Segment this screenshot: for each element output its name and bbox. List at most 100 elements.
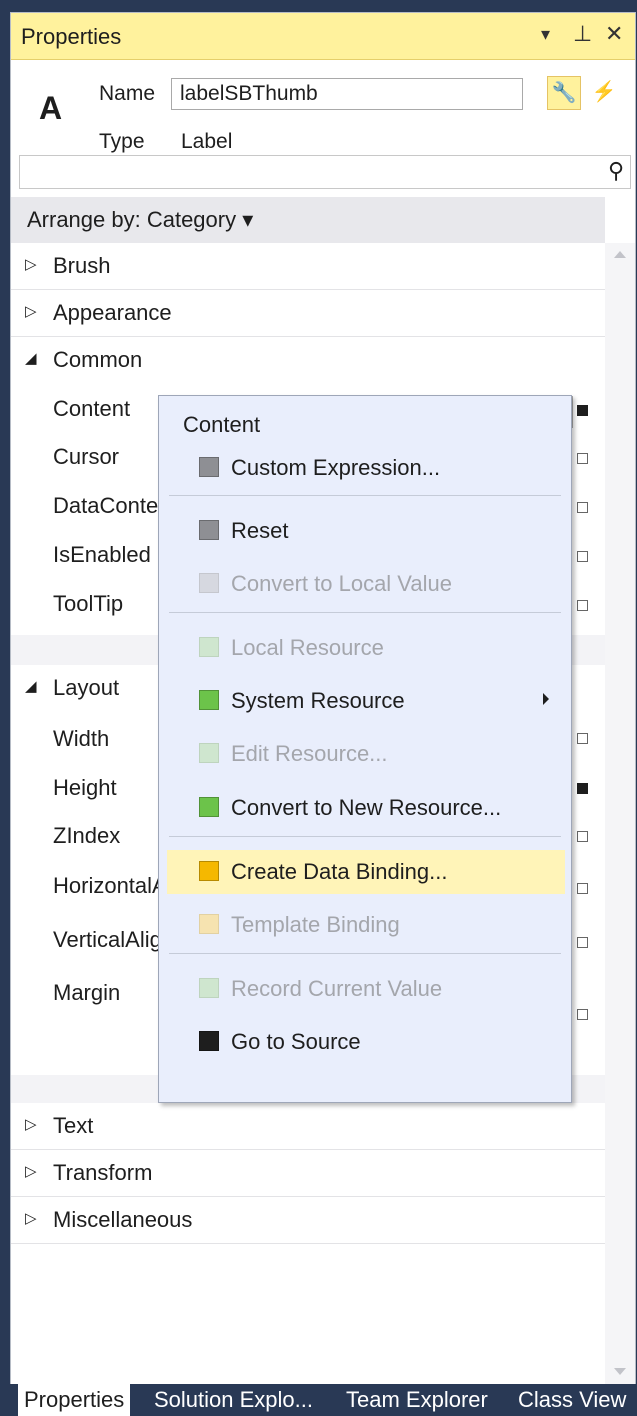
menu-separator (169, 836, 561, 837)
color-swatch-icon (199, 797, 219, 817)
advanced-options-icon[interactable] (577, 1009, 588, 1020)
close-icon[interactable]: ✕ (605, 21, 623, 47)
search-icon[interactable]: ⚲ (608, 158, 624, 184)
category-label: Layout (53, 675, 120, 700)
bottom-tab-strip: Properties Solution Explo... Team Explor… (10, 1384, 637, 1416)
menu-item-label: Convert to Local Value (231, 571, 452, 596)
pin-icon[interactable]: ⊥ (573, 21, 592, 47)
property-context-menu: Content Custom Expression... Reset Convert… (158, 395, 572, 1103)
category-label: Brush (53, 253, 111, 278)
object-type-icon: A (39, 90, 63, 126)
prop-content[interactable]: Content (53, 396, 161, 422)
type-value: Label (181, 130, 233, 153)
submenu-arrow-icon (543, 693, 549, 705)
menu-item-reset[interactable]: Reset (159, 509, 571, 553)
expand-arrow-icon[interactable]: ▷ (25, 1209, 37, 1227)
prop-verticalalignment[interactable]: VerticalAlignment (53, 927, 161, 953)
wrench-icon[interactable]: 🔧 (547, 76, 581, 110)
menu-item-label: Go to Source (231, 1029, 361, 1054)
menu-header: Content (183, 412, 261, 437)
category-label: Text (53, 1113, 94, 1138)
scroll-up-icon[interactable] (614, 251, 626, 258)
prop-cursor[interactable]: Cursor (53, 444, 161, 470)
tab-solution-explorer[interactable]: Solution Explo... (148, 1384, 319, 1416)
color-swatch-icon (199, 457, 219, 477)
menu-item-label: Edit Resource... (231, 741, 388, 766)
menu-item-go-to-source[interactable]: Go to Source (159, 1020, 571, 1064)
category-label: Common (53, 347, 143, 372)
lightning-icon[interactable]: ⚡ (587, 76, 621, 110)
empty-grid-area (11, 1244, 605, 1385)
expand-arrow-icon[interactable]: ▷ (25, 1115, 37, 1133)
menu-item-label: Custom Expression... (231, 455, 441, 480)
menu-item-label: Template Binding (231, 912, 400, 937)
category-brush[interactable]: ▷ Brush (11, 243, 605, 290)
prop-datacontext[interactable]: DataContext (53, 493, 161, 519)
advanced-options-icon[interactable] (577, 831, 588, 842)
menu-item-edit-resource: Edit Resource... (159, 732, 571, 776)
dropdown-icon[interactable]: ▾ (541, 24, 550, 45)
prop-height[interactable]: Height (53, 775, 161, 801)
expand-arrow-icon[interactable]: ▷ (25, 302, 37, 320)
prop-margin[interactable]: Margin (53, 980, 161, 1006)
arrange-by-dropdown[interactable]: Arrange by: Category ▾ (11, 197, 605, 243)
object-header: A Name labelSBThumb Type Label 🔧 ⚡ (11, 60, 635, 154)
prop-width[interactable]: Width (53, 726, 161, 752)
advanced-options-icon[interactable] (577, 502, 588, 513)
scrollbar[interactable] (605, 243, 635, 1385)
color-swatch-icon (199, 861, 219, 881)
expand-arrow-icon[interactable]: ▷ (25, 1162, 37, 1180)
name-field[interactable]: labelSBThumb (171, 78, 523, 110)
tab-class-view[interactable]: Class View (512, 1384, 632, 1416)
menu-item-custom-expression[interactable]: Custom Expression... (159, 446, 571, 490)
category-label: Transform (53, 1160, 153, 1185)
scroll-down-icon[interactable] (614, 1368, 626, 1375)
type-label: Type (99, 130, 145, 153)
prop-isenabled[interactable]: IsEnabled (53, 542, 161, 568)
advanced-options-icon[interactable] (577, 783, 588, 794)
menu-item-label: System Resource (231, 688, 405, 713)
color-swatch-icon (199, 1031, 219, 1051)
category-text[interactable]: ▷ Text (11, 1103, 605, 1150)
advanced-options-icon[interactable] (577, 551, 588, 562)
collapse-arrow-icon[interactable]: ◢ (25, 677, 37, 695)
advanced-options-icon[interactable] (577, 453, 588, 464)
advanced-options-icon[interactable] (577, 600, 588, 611)
color-swatch-icon (199, 690, 219, 710)
menu-item-local-resource: Local Resource (159, 626, 571, 670)
category-miscellaneous[interactable]: ▷ Miscellaneous (11, 1197, 605, 1244)
menu-separator (169, 495, 561, 496)
advanced-options-icon[interactable] (577, 405, 588, 416)
menu-item-system-resource[interactable]: System Resource (159, 679, 571, 723)
menu-item-label: Reset (231, 518, 289, 543)
color-swatch-icon (199, 914, 219, 934)
menu-item-template-binding: Template Binding (159, 903, 571, 947)
prop-zindex[interactable]: ZIndex (53, 823, 161, 849)
expand-arrow-icon[interactable]: ▷ (25, 255, 37, 273)
menu-item-convert-to-local-value: Convert to Local Value (159, 562, 571, 606)
tab-properties[interactable]: Properties (18, 1384, 131, 1416)
advanced-options-icon[interactable] (577, 883, 588, 894)
advanced-options-icon[interactable] (577, 937, 588, 948)
category-appearance[interactable]: ▷ Appearance (11, 290, 605, 337)
category-label: Miscellaneous (53, 1207, 193, 1232)
color-swatch-icon (199, 520, 219, 540)
advanced-options-icon[interactable] (577, 733, 588, 744)
category-transform[interactable]: ▷ Transform (11, 1150, 605, 1197)
menu-item-convert-to-new-resource[interactable]: Convert to New Resource... (159, 786, 571, 830)
prop-horizontalalignment[interactable]: HorizontalAlignment (53, 873, 161, 899)
menu-item-label: Record Current Value (231, 976, 443, 1001)
color-swatch-icon (199, 978, 219, 998)
collapse-arrow-icon[interactable]: ◢ (25, 349, 37, 367)
search-input[interactable]: ⚲ (19, 155, 631, 189)
category-label: Appearance (53, 300, 172, 325)
title-bar: Properties ▾ ⊥ ✕ (11, 13, 635, 60)
name-label: Name (99, 82, 156, 105)
category-common[interactable]: ◢ Common (11, 337, 605, 383)
prop-tooltip[interactable]: ToolTip (53, 591, 161, 617)
tab-team-explorer[interactable]: Team Explorer (340, 1384, 494, 1416)
color-swatch-icon (199, 743, 219, 763)
menu-item-label: Create Data Binding... (231, 859, 448, 884)
menu-item-label: Local Resource (231, 635, 384, 660)
menu-item-create-data-binding[interactable]: Create Data Binding... (167, 850, 565, 894)
